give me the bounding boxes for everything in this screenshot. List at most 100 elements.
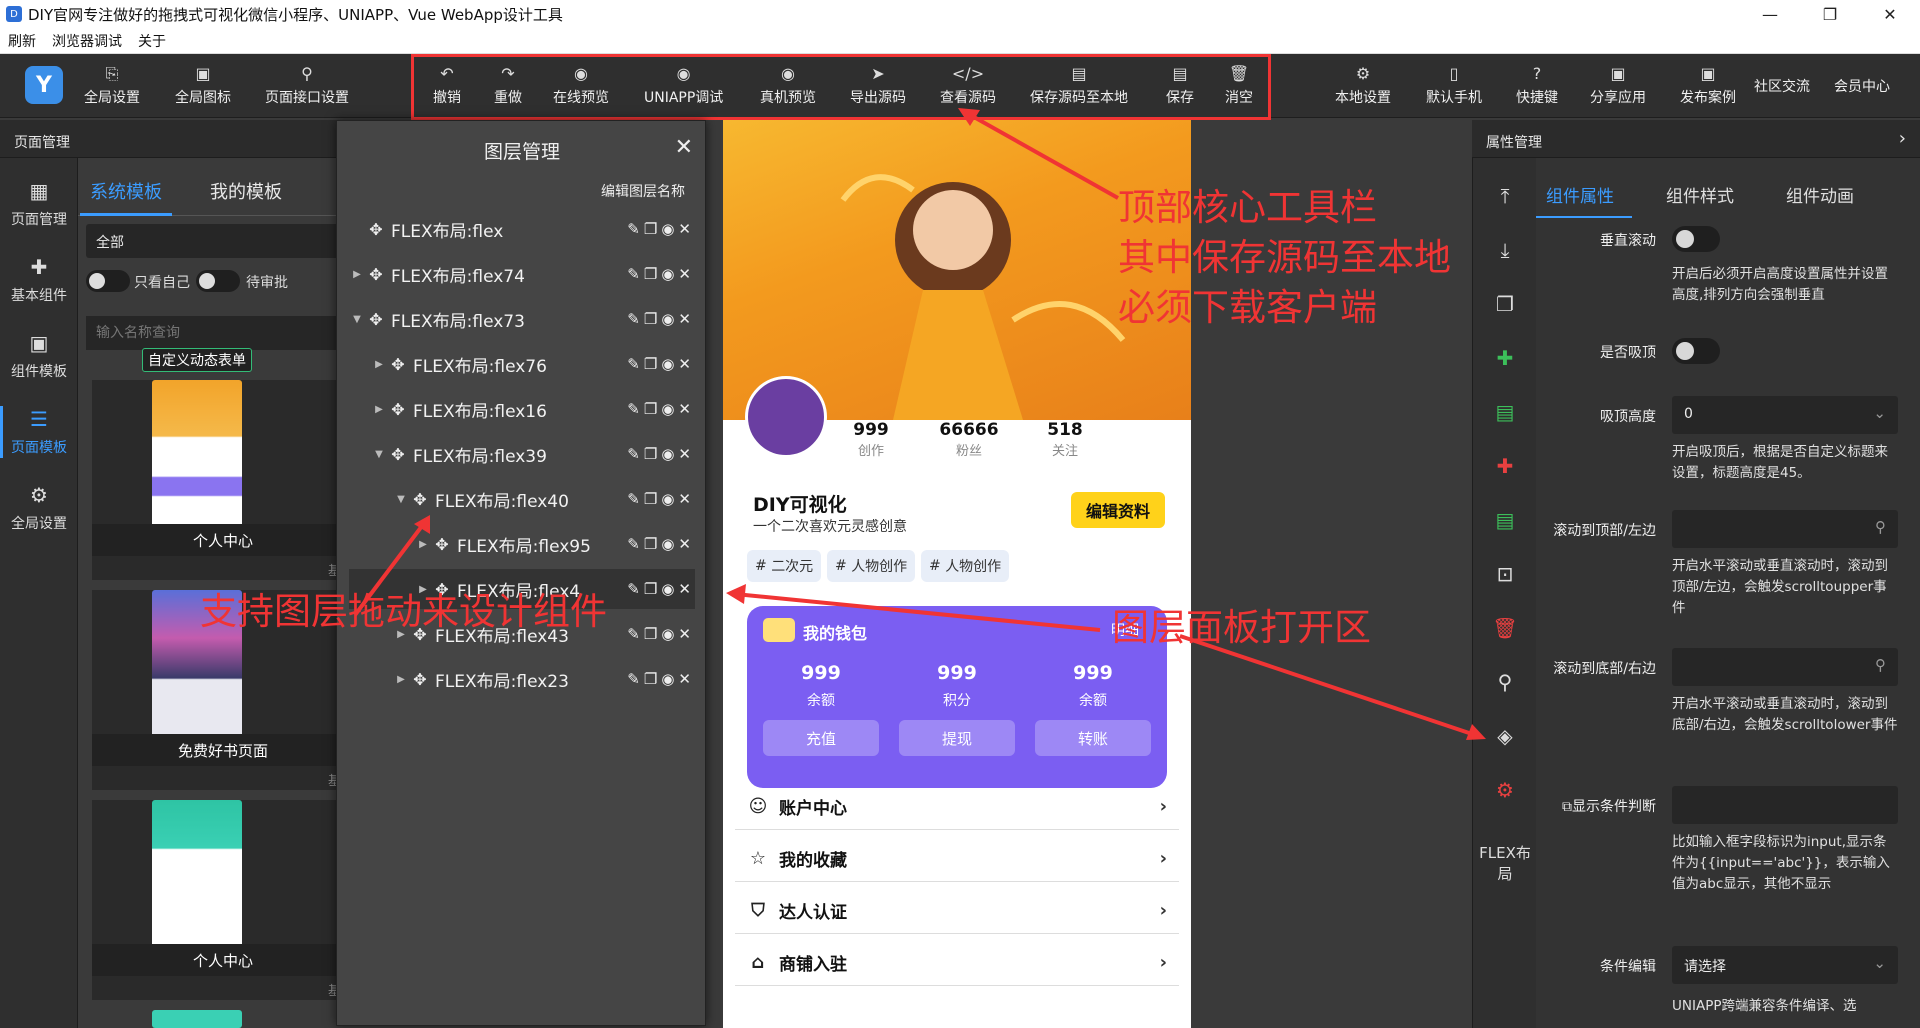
share-app-button[interactable]: ▣ 分享应用: [1590, 54, 1646, 118]
restore-button[interactable]: ❐: [1800, 0, 1860, 28]
page-api-settings-button[interactable]: ⚲ 页面接口设置: [265, 54, 349, 118]
expand-icon[interactable]: ▶: [393, 674, 409, 685]
puzzle-icon[interactable]: ✚: [1473, 346, 1537, 370]
template-card[interactable]: 个人中心 基础: [92, 800, 354, 1000]
copy-icon[interactable]: ❐: [644, 220, 657, 238]
online-preview-button[interactable]: ◉ 在线预览: [553, 54, 609, 118]
edit-icon[interactable]: ✎: [627, 265, 640, 283]
template-card[interactable]: 个人中心 基础: [92, 380, 354, 580]
local-settings-button[interactable]: ⚙ 本地设置: [1335, 54, 1391, 118]
nav-page-management[interactable]: ▦ 页面管理: [0, 168, 78, 240]
move-icon[interactable]: ✥: [409, 490, 431, 509]
delete-icon[interactable]: ✕: [678, 625, 691, 643]
tab-component-style[interactable]: 组件样式: [1666, 182, 1734, 207]
tag-chip[interactable]: # 二次元: [747, 550, 822, 582]
delete-icon[interactable]: ✕: [678, 670, 691, 688]
layers-icon[interactable]: ◈: [1473, 724, 1537, 748]
global-settings-button[interactable]: ⎘ 全局设置: [84, 54, 140, 118]
eye-icon[interactable]: ◉: [661, 220, 674, 238]
move-icon[interactable]: ✥: [387, 400, 409, 419]
copy-icon[interactable]: ❐: [644, 445, 657, 463]
sticky-height-select[interactable]: 0 ⌄: [1672, 396, 1898, 434]
edit-icon[interactable]: ✎: [627, 445, 640, 463]
layer-row[interactable]: ▶ ✥ FLEX布局:flex76 ✎ ❐ ◉ ✕: [349, 344, 695, 384]
nav-component-templates[interactable]: ▣ 组件模板: [0, 320, 78, 392]
move-icon[interactable]: ✥: [365, 220, 387, 239]
close-window-button[interactable]: ✕: [1860, 0, 1920, 28]
transfer-button[interactable]: 转账: [1035, 720, 1151, 756]
expand-icon[interactable]: ▶: [349, 269, 365, 280]
gear-icon[interactable]: ⚙: [1473, 778, 1537, 802]
tab-system-templates[interactable]: 系统模板: [90, 178, 162, 204]
edit-profile-button[interactable]: 编辑资料: [1071, 492, 1165, 528]
expand-icon[interactable]: ▼: [393, 494, 409, 505]
edit-icon[interactable]: ✎: [627, 670, 640, 688]
move-icon[interactable]: ✥: [431, 535, 453, 554]
delete-icon[interactable]: ✕: [678, 220, 691, 238]
delete-icon[interactable]: ✕: [678, 400, 691, 418]
delete-icon[interactable]: ✕: [678, 265, 691, 283]
layer-row[interactable]: ▶ ✥ FLEX布局:flex95 ✎ ❐ ◉ ✕: [349, 524, 695, 564]
eye-icon[interactable]: ◉: [661, 535, 674, 553]
edit-icon[interactable]: ✎: [627, 490, 640, 508]
eye-icon[interactable]: ◉: [661, 670, 674, 688]
scroll-bottom-input[interactable]: ⚲: [1672, 648, 1898, 686]
tab-component-animation[interactable]: 组件动画: [1786, 182, 1854, 207]
move-icon[interactable]: ✥: [387, 445, 409, 464]
withdraw-button[interactable]: 提现: [899, 720, 1015, 756]
link-icon[interactable]: ⚲: [1473, 670, 1537, 694]
device-preview-button[interactable]: ◉ 真机预览: [760, 54, 816, 118]
edit-icon[interactable]: ✎: [627, 535, 640, 553]
eye-icon[interactable]: ◉: [661, 355, 674, 373]
delete-icon[interactable]: ✕: [678, 535, 691, 553]
copy-icon[interactable]: ❐: [644, 355, 657, 373]
layer-row[interactable]: ▼ ✥ FLEX布局:flex40 ✎ ❐ ◉ ✕: [349, 479, 695, 519]
export-source-button[interactable]: ➤ 导出源码: [850, 54, 906, 118]
save-local-button[interactable]: ▤ 保存源码至本地: [1030, 54, 1128, 118]
only-mine-switch[interactable]: [86, 270, 130, 292]
sticky-toggle[interactable]: [1672, 338, 1720, 364]
eye-icon[interactable]: ◉: [661, 625, 674, 643]
layer-row[interactable]: ✥ FLEX布局:flex ✎ ❐ ◉ ✕: [349, 209, 695, 249]
template-card[interactable]: 自定义动态表单: [92, 348, 354, 372]
edit-icon[interactable]: ✎: [627, 580, 640, 598]
edit-layer-names-button[interactable]: 编辑图层名称: [601, 181, 685, 201]
tab-component-props[interactable]: 组件属性: [1546, 182, 1614, 207]
copy-icon[interactable]: ❐: [644, 535, 657, 553]
expand-icon[interactable]: ▶: [371, 359, 387, 370]
menu-refresh[interactable]: 刷新: [8, 31, 36, 51]
undo-button[interactable]: ↶ 撤销: [433, 54, 461, 118]
unlock-icon[interactable]: ⊡: [1473, 562, 1537, 586]
template-search-input[interactable]: [86, 316, 356, 350]
document-icon[interactable]: ▤: [1473, 400, 1537, 424]
template-card[interactable]: [92, 1010, 354, 1028]
expand-icon[interactable]: ▶: [415, 539, 431, 550]
move-bottom-icon[interactable]: ⤓: [1473, 238, 1537, 262]
edit-icon[interactable]: ✎: [627, 625, 640, 643]
delete-icon[interactable]: ✕: [678, 490, 691, 508]
expand-icon[interactable]: ▼: [349, 314, 365, 325]
eye-icon[interactable]: ◉: [661, 265, 674, 283]
default-phone-button[interactable]: ▯ 默认手机: [1426, 54, 1482, 118]
recharge-button[interactable]: 充值: [763, 720, 879, 756]
redo-button[interactable]: ↷ 重做: [494, 54, 522, 118]
menu-account-center[interactable]: ☺ 账户中心 ›: [735, 784, 1179, 830]
eye-icon[interactable]: ◉: [661, 490, 674, 508]
document-add-icon[interactable]: ▤: [1473, 508, 1537, 532]
vertical-scroll-toggle[interactable]: [1672, 226, 1720, 252]
delete-icon[interactable]: ✕: [678, 310, 691, 328]
menu-favorites[interactable]: ☆ 我的收藏 ›: [735, 836, 1179, 882]
avatar[interactable]: [745, 376, 827, 458]
delete-icon[interactable]: ✕: [678, 580, 691, 598]
scroll-top-input[interactable]: ⚲: [1672, 510, 1898, 548]
copy-icon[interactable]: ❐: [644, 265, 657, 283]
expand-icon[interactable]: ▶: [371, 404, 387, 415]
close-icon[interactable]: ✕: [675, 135, 693, 160]
copy-icon[interactable]: ❐: [644, 625, 657, 643]
community-button[interactable]: 社区交流: [1754, 54, 1810, 118]
shortcuts-button[interactable]: ? 快捷键: [1516, 54, 1558, 118]
edit-icon[interactable]: ✎: [627, 310, 640, 328]
member-center-button[interactable]: 会员中心: [1834, 54, 1890, 118]
copy-icon[interactable]: ❐: [644, 670, 657, 688]
eye-icon[interactable]: ◉: [661, 580, 674, 598]
